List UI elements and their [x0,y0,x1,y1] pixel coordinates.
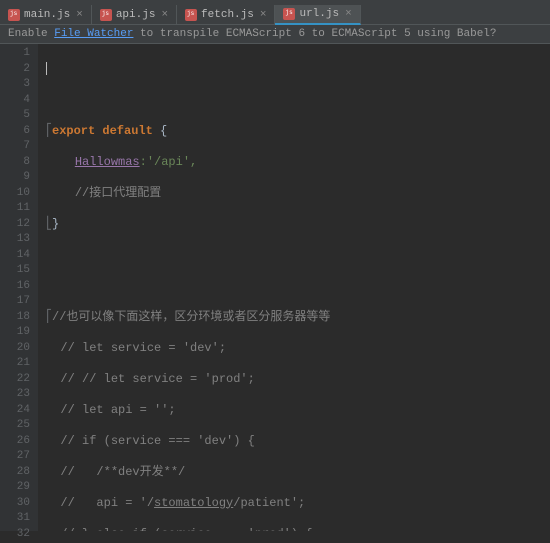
brace: { [153,124,167,138]
tab-label: fetch.js [201,9,254,21]
line-number: 19 [0,325,30,341]
line-number: 7 [0,139,30,155]
close-icon[interactable]: × [345,8,352,20]
close-icon[interactable]: × [161,9,168,21]
line-gutter: 1 2 3 4 5 6 7 8 9 10 11 12 13 14 15 16 1… [0,44,38,531]
line-number: 5 [0,108,30,124]
prop-hallowmas: Hallowmas [75,155,140,169]
comment: //也可以像下面这样，区分环境或者区分服务器等等 [52,310,330,324]
line-number: 16 [0,279,30,295]
line-number: 17 [0,294,30,310]
tab-fetch-js[interactable]: fetch.js × [177,5,275,24]
comment: // let api = ''; [60,403,175,417]
tab-url-js[interactable]: url.js × [275,5,360,25]
line-number: 24 [0,403,30,419]
comment: //接口代理配置 [75,186,161,200]
line-number: 18 [0,310,30,326]
comment: // if (service === 'dev') { [60,434,254,448]
line-number: 2 [0,62,30,78]
line-number: 30 [0,496,30,512]
js-file-icon [283,8,295,20]
line-number: 6 [0,124,30,140]
js-file-icon [100,9,112,21]
comment: // /**dev开发**/ [60,465,185,479]
line-number: 20 [0,341,30,357]
line-number: 28 [0,465,30,481]
close-icon[interactable]: × [76,9,83,21]
comment: // // let service = 'prod'; [60,372,254,386]
comment: // let service = 'dev'; [60,341,226,355]
tab-api-js[interactable]: api.js × [92,5,177,24]
string-api: :'/api', [140,155,198,169]
line-number: 12 [0,217,30,233]
line-number: 31 [0,511,30,527]
js-file-icon [185,9,197,21]
line-number: 1 [0,46,30,62]
code-area[interactable]: ⎡export default { Hallowmas:'/api', //接口… [38,44,550,531]
line-number: 32 [0,527,30,543]
line-number: 21 [0,356,30,372]
line-number: 13 [0,232,30,248]
line-number: 14 [0,248,30,264]
line-number: 15 [0,263,30,279]
line-number: 8 [0,155,30,171]
editor-tabs: main.js × api.js × fetch.js × url.js × [0,5,550,25]
line-number: 26 [0,434,30,450]
notification-suffix: to transpile ECMAScript 6 to ECMAScript … [133,28,496,40]
line-number: 22 [0,372,30,388]
line-number: 3 [0,77,30,93]
line-number: 10 [0,186,30,202]
brace-close: } [52,217,59,231]
tab-label: api.js [116,9,156,21]
line-number: 29 [0,480,30,496]
line-number: 9 [0,170,30,186]
tab-label: main.js [24,9,70,21]
keyword-export: export default [52,124,153,138]
js-file-icon [8,9,20,21]
line-number: 23 [0,387,30,403]
notification-prefix: Enable [8,28,54,40]
text-caret [46,62,47,75]
comment: // } else if (service === 'prod') { [60,527,312,532]
code-editor[interactable]: 1 2 3 4 5 6 7 8 9 10 11 12 13 14 15 16 1… [0,44,550,531]
comment: // api = '/stomatology/patient'; [60,496,305,510]
line-number: 25 [0,418,30,434]
line-number: 27 [0,449,30,465]
line-number: 4 [0,93,30,109]
file-watcher-link[interactable]: File Watcher [54,28,133,40]
tab-main-js[interactable]: main.js × [0,5,92,24]
line-number: 11 [0,201,30,217]
tab-label: url.js [299,8,339,20]
file-watcher-notification: Enable File Watcher to transpile ECMAScr… [0,25,550,44]
close-icon[interactable]: × [260,9,267,21]
